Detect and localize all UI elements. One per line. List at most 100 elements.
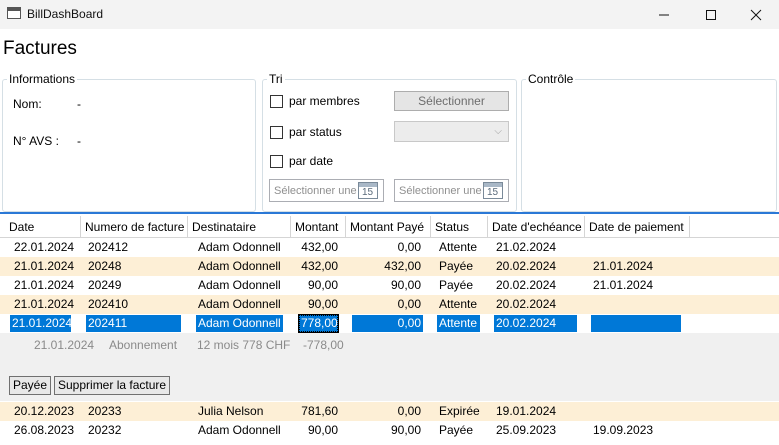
detail-type: Abonnement [109,338,178,352]
cell-destinataire: Julia Nelson [198,404,264,418]
cell-montant: 781,60 [301,404,338,418]
table-row[interactable]: 26.08.2023 20232 Adam Odonnell 90,00 90,… [0,421,779,440]
column-header-destinataire[interactable]: Destinataire [188,216,291,238]
cell-echeance: 25.09.2023 [496,423,557,437]
controle-legend: Contrôle [528,72,574,86]
table-row[interactable]: 21.01.2024 20248 Adam Odonnell 432,00 43… [0,257,779,276]
page-title: Factures [3,38,77,59]
detail-amount: -778,00 [303,338,344,352]
filter-date-checkbox[interactable]: par date [270,154,333,168]
date-start-placeholder: Sélectionner une date [274,185,358,197]
delete-invoice-button[interactable]: Supprimer la facture [54,376,171,395]
grid-separator [0,212,779,214]
table-row-selected[interactable]: 21.01.2024 202411 Adam Odonnell 778,00 0… [0,314,779,333]
date-end-picker[interactable]: Sélectionner une date 15 [394,179,509,202]
cell-paiement: 19.09.2023 [593,423,654,437]
column-header-date[interactable]: Date [5,216,81,238]
row-details-panel: 21.01.2024 Abonnement 12 mois 778 CHF -7… [0,333,779,401]
column-header-paiement[interactable]: Date de paiement [585,216,690,238]
cell-montant: 90,00 [307,278,338,292]
cell-montant-paye: 0,00 [352,315,423,332]
cell-status: Attente [439,240,478,254]
table-row[interactable]: 21.01.2024 202410 Adam Odonnell 90,00 0,… [0,295,779,314]
cell-echeance: 20.02.2024 [494,315,577,332]
cell-montant-paye: 432,00 [384,259,421,273]
cell-montant-paye: 0,00 [397,404,421,418]
cell-date: 21.01.2024 [14,259,75,273]
column-header-status[interactable]: Status [431,216,488,238]
app-window-icon [7,7,21,19]
calendar-icon[interactable]: 15 [358,182,378,199]
cell-echeance: 21.02.2024 [496,240,557,254]
cell-paiement: 21.01.2024 [593,259,654,273]
avs-label: N° AVS : [13,134,59,148]
cell-montant: 90,00 [307,423,338,437]
cell-montant: 432,00 [301,259,338,273]
checkbox-box[interactable] [270,125,283,139]
filter-status-label: par status [289,125,342,139]
cell-echeance: 20.02.2024 [496,297,557,311]
filter-members-label: par membres [289,94,360,108]
table-row[interactable]: 20.12.2023 20233 Julia Nelson 781,60 0,0… [0,402,779,421]
cell-numero: 202412 [88,240,129,254]
table-row[interactable]: 22.01.2024 202412 Adam Odonnell 432,00 0… [0,238,779,257]
filter-members-checkbox[interactable]: par membres [270,94,360,108]
cell-date: 21.01.2024 [14,297,75,311]
cell-destinataire: Adam Odonnell [198,297,281,311]
detail-description: 12 mois 778 CHF [197,338,291,352]
window-title: BillDashBoard [27,7,104,21]
cell-montant-paye: 0,00 [397,240,421,254]
close-button[interactable] [733,0,779,29]
cell-status: Payée [439,259,474,273]
maximize-button[interactable] [688,0,734,29]
cell-montant-paye: 90,00 [390,278,421,292]
tri-legend: Tri [269,72,283,86]
cell-paiement [591,315,681,332]
cell-montant: 432,00 [301,240,338,254]
status-combobox[interactable]: ⌵ [394,121,509,142]
cell-montant-current[interactable]: 778,00 [298,314,339,333]
cell-date: 22.01.2024 [14,240,75,254]
date-start-picker[interactable]: Sélectionner une date 15 [269,179,384,202]
cell-status: Payée [439,423,474,437]
controle-group: Contrôle [521,72,777,212]
mark-paid-button[interactable]: Payée [9,376,52,395]
cell-numero: 20233 [88,404,122,418]
cell-destinataire: Adam Odonnell [198,278,281,292]
column-header-montant-paye[interactable]: Montant Payé [346,216,431,238]
cell-date: 21.01.2024 [14,278,75,292]
cell-numero: 202410 [88,297,129,311]
calendar-day: 15 [362,187,374,198]
cell-destinataire: Adam Odonnell [198,240,281,254]
calendar-icon[interactable]: 15 [483,182,503,199]
nom-label: Nom: [13,97,42,111]
cell-numero: 20248 [88,259,122,273]
title-bar: BillDashBoard [0,0,779,29]
checkbox-box[interactable] [270,94,283,108]
select-members-button[interactable]: Sélectionner [394,91,509,111]
cell-paiement: 21.01.2024 [593,278,654,292]
column-header-montant[interactable]: Montant [291,216,346,238]
cell-numero: 20249 [88,278,122,292]
filter-status-checkbox[interactable]: par status [270,125,342,139]
cell-status: Payée [439,278,474,292]
column-header-echeance[interactable]: Date d'echéance [488,216,585,238]
date-end-placeholder: Sélectionner une date [399,185,483,197]
table-row[interactable]: 21.01.2024 20249 Adam Odonnell 90,00 90,… [0,276,779,295]
cell-numero: 20232 [88,423,122,437]
nom-value: - [77,97,81,111]
cell-echeance: 20.02.2024 [496,278,557,292]
minimize-button[interactable] [641,0,687,29]
minimize-icon [659,14,669,15]
checkbox-box[interactable] [270,154,283,168]
column-header-numero[interactable]: Numero de facture [81,216,188,238]
informations-legend: Informations [9,72,76,86]
cell-status: Expirée [439,404,480,418]
cell-echeance: 20.02.2024 [496,259,557,273]
calendar-day: 15 [487,187,499,198]
cell-montant: 90,00 [307,297,338,311]
cell-montant-paye: 0,00 [397,297,421,311]
cell-montant-paye: 90,00 [390,423,421,437]
maximize-icon [706,9,716,20]
cell-status: Attente [437,315,480,332]
